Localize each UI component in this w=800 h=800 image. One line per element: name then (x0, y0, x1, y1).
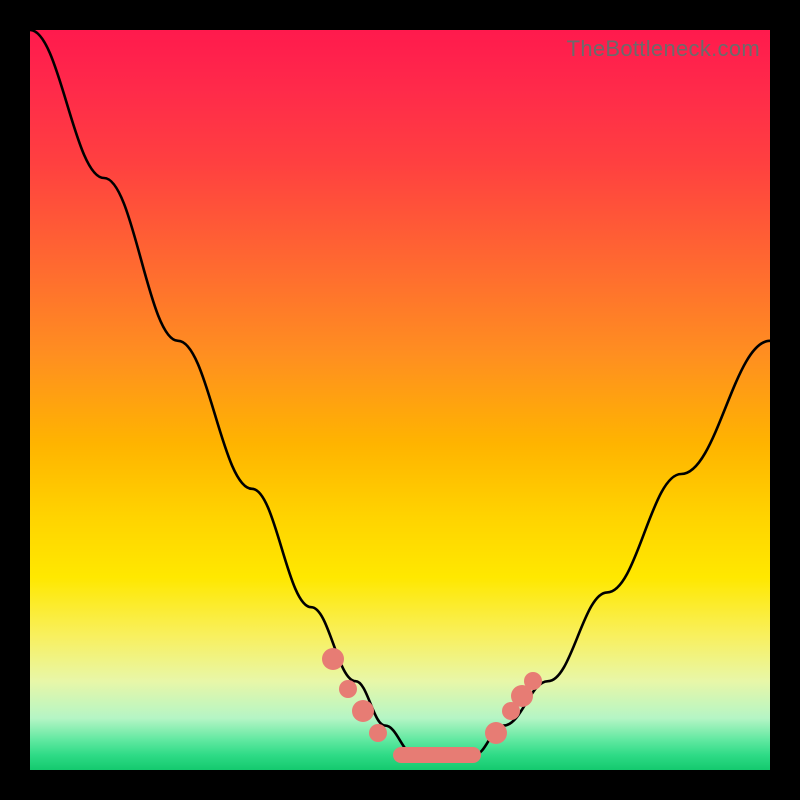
marker-dot (369, 724, 387, 742)
marker-dot (485, 722, 507, 744)
marker-layer (30, 30, 770, 770)
marker-dot (524, 672, 542, 690)
marker-flat-segment (393, 747, 482, 763)
marker-dot (322, 648, 344, 670)
plot-area: TheBottleneck.com (30, 30, 770, 770)
marker-dot (352, 700, 374, 722)
marker-dot (339, 680, 357, 698)
chart-frame: TheBottleneck.com (0, 0, 800, 800)
